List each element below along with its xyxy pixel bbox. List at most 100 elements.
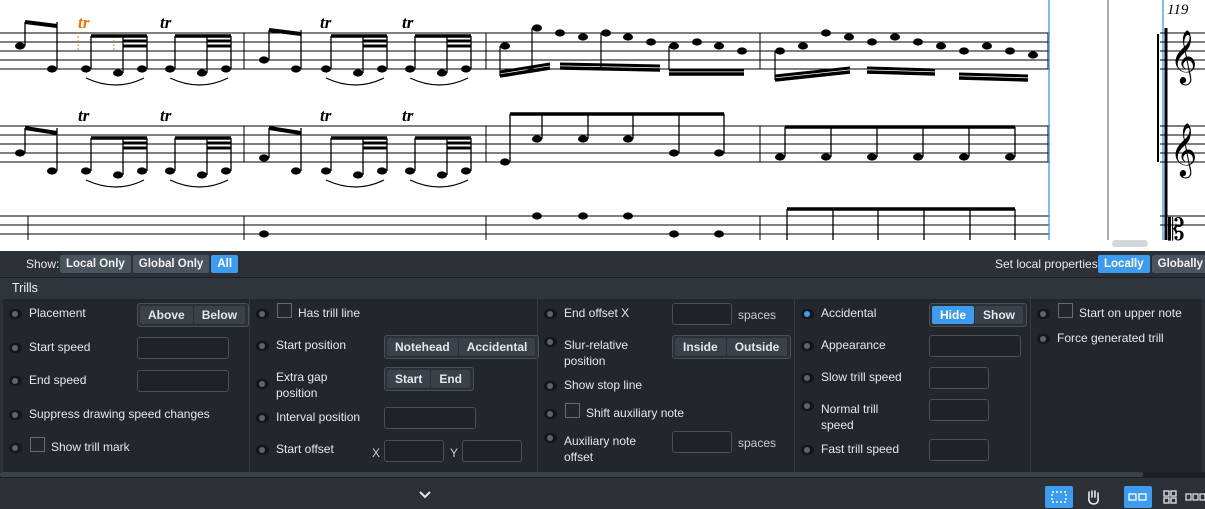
treble-clef-icon: 𝄞 (1170, 122, 1197, 178)
normal-trill-speed-label: Normal trill (821, 402, 879, 416)
trill-mark: tr (402, 13, 414, 32)
column-start: Start on upper note Force generated tril… (1031, 299, 1202, 472)
start-upper-checkbox[interactable] (1058, 303, 1073, 318)
gap-end-button[interactable]: End (431, 370, 471, 388)
show-local-only-button[interactable]: Local Only (60, 255, 131, 273)
trill-mark: tr (402, 106, 414, 125)
placement-above-button[interactable]: Above (140, 306, 193, 324)
start-offset-label: Start offset (276, 442, 334, 456)
extra-gap-label-2: position (276, 386, 318, 400)
start-position-segment: Notehead Accidental (384, 335, 540, 359)
start-speed-field[interactable] (137, 337, 229, 359)
gap-start-button[interactable]: Start (387, 370, 431, 388)
trill-mark: tr (160, 13, 172, 32)
extra-gap-toggle[interactable] (256, 379, 269, 389)
slow-trill-speed-toggle[interactable] (801, 373, 814, 383)
trill-mark: tr (320, 106, 332, 125)
fast-trill-speed-label: Fast trill speed (821, 442, 900, 456)
shift-aux-checkbox[interactable] (565, 403, 580, 418)
music-notation[interactable]: 𝄞 𝄞 𝄡 119 tr tr tr tr tr tr tr tr (0, 0, 1205, 251)
interval-position-label: Interval position (276, 410, 361, 424)
end-offset-toggle[interactable] (544, 309, 557, 319)
appearance-field[interactable] (929, 335, 1021, 357)
slow-trill-speed-field[interactable] (929, 367, 989, 389)
normal-trill-speed-toggle[interactable] (801, 401, 814, 411)
set-local-label: Set local properties: (995, 257, 1102, 271)
trill-mark: tr (160, 106, 172, 125)
show-stop-line-toggle[interactable] (544, 381, 557, 391)
group-header[interactable]: Trills (0, 277, 1205, 300)
aux-offset-toggle[interactable] (544, 433, 557, 443)
show-label: Show: (26, 257, 60, 271)
suppress-toggle[interactable] (9, 410, 22, 420)
trill-mark-selected: tr (78, 13, 90, 32)
aux-offset-field[interactable] (672, 431, 732, 453)
show-global-only-button[interactable]: Global Only (132, 255, 210, 273)
start-position-toggle[interactable] (256, 341, 269, 351)
end-speed-field[interactable] (137, 370, 229, 392)
shift-aux-toggle[interactable] (544, 409, 557, 419)
continuous-view-icon[interactable] (1184, 486, 1205, 508)
marquee-select-icon[interactable] (1045, 486, 1073, 508)
start-accidental-button[interactable]: Accidental (458, 338, 536, 356)
group-title: Trills (12, 281, 38, 295)
measure-number: 119 (1167, 2, 1189, 18)
has-trill-line-toggle[interactable] (256, 309, 269, 319)
set-locally-button[interactable]: Locally (1098, 255, 1150, 273)
show-trill-mark-checkbox[interactable] (30, 437, 45, 452)
appearance-toggle[interactable] (801, 341, 814, 351)
force-generated-label: Force generated trill (1057, 331, 1164, 345)
show-trill-mark-toggle[interactable] (9, 443, 22, 453)
show-filter: Local Only Global Only All (60, 255, 240, 273)
aux-offset-label-2: offset (564, 450, 594, 464)
placement-toggle[interactable] (9, 309, 22, 319)
column-position: Has trill line Start position Notehead A… (250, 299, 540, 472)
end-speed-toggle[interactable] (9, 376, 22, 386)
start-upper-toggle[interactable] (1037, 309, 1050, 319)
show-all-button[interactable]: All (211, 255, 239, 273)
slur-outside-button[interactable]: Outside (726, 338, 788, 356)
end-offset-x-field[interactable] (672, 303, 732, 325)
interval-position-toggle[interactable] (256, 413, 269, 423)
trill-mark: tr (320, 13, 332, 32)
show-trill-mark-label: Show trill mark (51, 440, 130, 454)
appearance-label: Appearance (821, 338, 886, 352)
accidental-segment: Hide Show (929, 303, 1028, 327)
score-view[interactable]: 𝄞 𝄞 𝄡 119 tr tr tr tr tr tr tr tr (0, 0, 1205, 251)
placement-below-button[interactable]: Below (193, 306, 246, 324)
has-trill-line-checkbox[interactable] (277, 303, 292, 318)
fast-trill-speed-toggle[interactable] (801, 445, 814, 455)
interval-position-field[interactable] (384, 407, 476, 429)
slur-relative-toggle[interactable] (544, 337, 557, 347)
galley-view-icon[interactable] (1124, 486, 1152, 508)
alto-clef-icon: 𝄡 (1168, 213, 1185, 248)
filter-bar: Show: Local Only Global Only All Set loc… (0, 251, 1205, 277)
start-offset-x-label: X (372, 446, 381, 460)
slur-relative-label-2: position (564, 354, 606, 368)
status-bar (0, 477, 1205, 509)
score-scrollbar[interactable] (1112, 240, 1148, 247)
start-speed-toggle[interactable] (9, 343, 22, 353)
shift-aux-label: Shift auxiliary note (586, 406, 685, 420)
accidental-show-button[interactable]: Show (975, 306, 1024, 324)
start-position-label: Start position (276, 338, 347, 352)
fast-trill-speed-field[interactable] (929, 439, 989, 461)
set-globally-button[interactable]: Globally (1151, 255, 1205, 273)
start-offset-y-field[interactable] (462, 440, 522, 462)
normal-trill-speed-field[interactable] (929, 399, 989, 421)
force-generated-toggle[interactable] (1037, 334, 1050, 344)
aux-offset-label: Auxiliary note (564, 434, 637, 448)
start-offset-x-field[interactable] (384, 440, 444, 462)
column-accidental: Accidental Hide Show Appearance Slow tri… (795, 299, 1030, 472)
start-offset-toggle[interactable] (256, 445, 269, 455)
chevron-down-icon[interactable] (418, 488, 432, 506)
accidental-toggle[interactable] (801, 309, 814, 319)
start-notehead-button[interactable]: Notehead (387, 338, 458, 356)
accidental-hide-button[interactable]: Hide (932, 306, 975, 324)
page-view-icon[interactable] (1156, 486, 1184, 508)
hand-pan-icon[interactable] (1079, 486, 1107, 508)
treble-clef-icon: 𝄞 (1170, 29, 1197, 85)
slow-trill-speed-label: Slow trill speed (821, 370, 902, 384)
slur-relative-label: Slur-relative (564, 338, 629, 352)
slur-inside-button[interactable]: Inside (675, 338, 726, 356)
